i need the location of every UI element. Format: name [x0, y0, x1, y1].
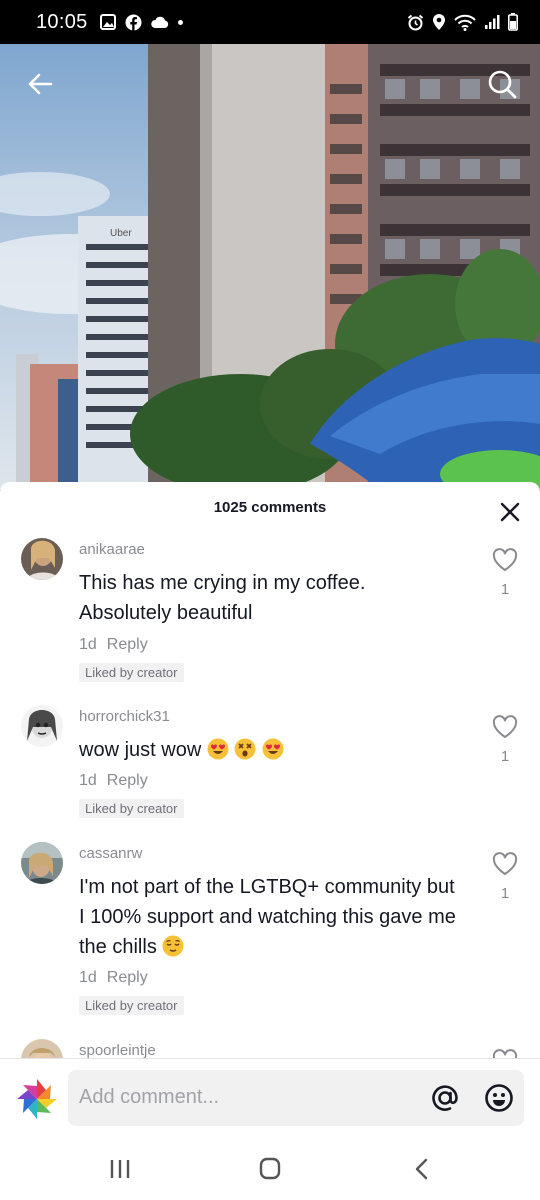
avatar-image	[21, 842, 63, 884]
comment-input-placeholder: Add comment...	[79, 1086, 220, 1108]
system-navigation-bar	[0, 1140, 540, 1200]
pinwheel-avatar-icon	[17, 1079, 57, 1119]
comment-username[interactable]: cassanrw	[79, 845, 142, 862]
signal-icon	[485, 15, 500, 29]
status-bar: 10:05	[0, 0, 540, 44]
comment-text: wow just wow	[79, 735, 459, 765]
comment-username[interactable]: spoorleintje	[79, 1042, 156, 1058]
heart-icon	[492, 548, 518, 571]
like-count: 1	[500, 581, 510, 598]
home-button[interactable]	[256, 1157, 284, 1181]
comment-username[interactable]: horrorchick31	[79, 708, 170, 725]
like-count: 1	[500, 748, 510, 765]
avatar[interactable]	[21, 1039, 63, 1058]
recent-apps-icon	[110, 1160, 130, 1178]
comment-username[interactable]: anikaarae	[79, 541, 145, 558]
emoji-button[interactable]	[484, 1083, 514, 1113]
liked-by-creator-badge: Liked by creator	[79, 663, 184, 682]
like-count: 1	[500, 885, 510, 902]
heart-icon	[492, 1049, 518, 1058]
user-avatar[interactable]	[16, 1078, 58, 1120]
liked-by-creator-badge: Liked by creator	[79, 799, 184, 818]
mention-button[interactable]	[430, 1083, 460, 1113]
status-time: 10:05	[36, 10, 88, 33]
heart-icon	[492, 715, 518, 738]
facebook-icon	[125, 14, 142, 31]
comments-list[interactable]: anikaarae This has me crying in my coffe…	[0, 532, 540, 1058]
uber-sign: Uber	[110, 228, 132, 239]
comment-count: 1025 comments	[213, 498, 327, 516]
reply-button[interactable]: Reply	[107, 772, 148, 789]
heart-eyes-emoji-icon	[262, 738, 284, 760]
avatar-image	[21, 1039, 63, 1058]
avatar-image	[21, 538, 63, 580]
search-button[interactable]	[482, 64, 522, 104]
smiley-icon	[485, 1084, 513, 1112]
comment-text-body: I'm not part of the LGTBQ+ community but…	[79, 876, 456, 958]
search-icon	[488, 70, 517, 99]
like-button[interactable]: 1	[492, 715, 518, 765]
arrow-left-icon	[28, 73, 53, 95]
comment-meta: 1d Reply	[79, 969, 148, 987]
cloud-icon	[150, 16, 168, 28]
close-comments-button[interactable]	[498, 500, 522, 524]
status-notifications	[99, 14, 183, 31]
home-icon	[259, 1157, 281, 1180]
dizzy-face-emoji-icon	[234, 738, 256, 760]
wifi-icon	[454, 14, 476, 31]
like-button[interactable]: 1	[492, 548, 518, 598]
comments-header: 1025 comments	[0, 482, 540, 532]
heart-eyes-emoji-icon	[207, 738, 229, 760]
like-button[interactable]: 1	[492, 852, 518, 902]
comment-age: 1d	[79, 772, 97, 789]
recent-apps-button[interactable]	[106, 1157, 134, 1181]
system-back-button[interactable]	[408, 1157, 436, 1181]
comment-text: This has me crying in my coffee. Absolut…	[79, 572, 366, 624]
gallery-icon	[99, 14, 116, 30]
more-notifications-dot-icon	[177, 19, 183, 25]
comment-input[interactable]: Add comment...	[68, 1070, 524, 1126]
battery-icon	[508, 13, 518, 31]
comment-meta: 1d Reply	[79, 772, 148, 790]
chevron-left-icon	[415, 1158, 428, 1180]
at-sign-icon	[432, 1085, 458, 1111]
comment-meta: 1d Reply	[79, 636, 148, 654]
reply-button[interactable]: Reply	[107, 636, 148, 653]
comment-age: 1d	[79, 636, 97, 653]
avatar[interactable]	[21, 538, 63, 580]
comment-composer: Add comment...	[0, 1060, 540, 1140]
like-button[interactable]	[492, 1049, 518, 1058]
comment-text: I'm not part of the LGTBQ+ community but…	[79, 872, 459, 962]
status-system-icons	[407, 13, 518, 31]
alarm-icon	[407, 14, 424, 30]
video-player[interactable]: Uber	[0, 44, 540, 490]
location-icon	[433, 14, 445, 30]
comment-text-body: wow just wow	[79, 739, 202, 761]
relieved-face-emoji-icon	[162, 935, 184, 957]
reply-button[interactable]: Reply	[107, 969, 148, 986]
avatar-image	[21, 705, 63, 747]
comments-sheet: 1025 comments anikaarae This has me cryi…	[0, 482, 540, 1200]
avatar[interactable]	[21, 842, 63, 884]
avatar[interactable]	[21, 705, 63, 747]
video-frame: Uber	[0, 44, 540, 490]
composer-divider	[0, 1058, 540, 1059]
back-button[interactable]	[20, 64, 60, 104]
close-icon	[500, 502, 520, 522]
heart-icon	[492, 852, 518, 875]
liked-by-creator-badge: Liked by creator	[79, 996, 184, 1015]
comment-age: 1d	[79, 969, 97, 986]
